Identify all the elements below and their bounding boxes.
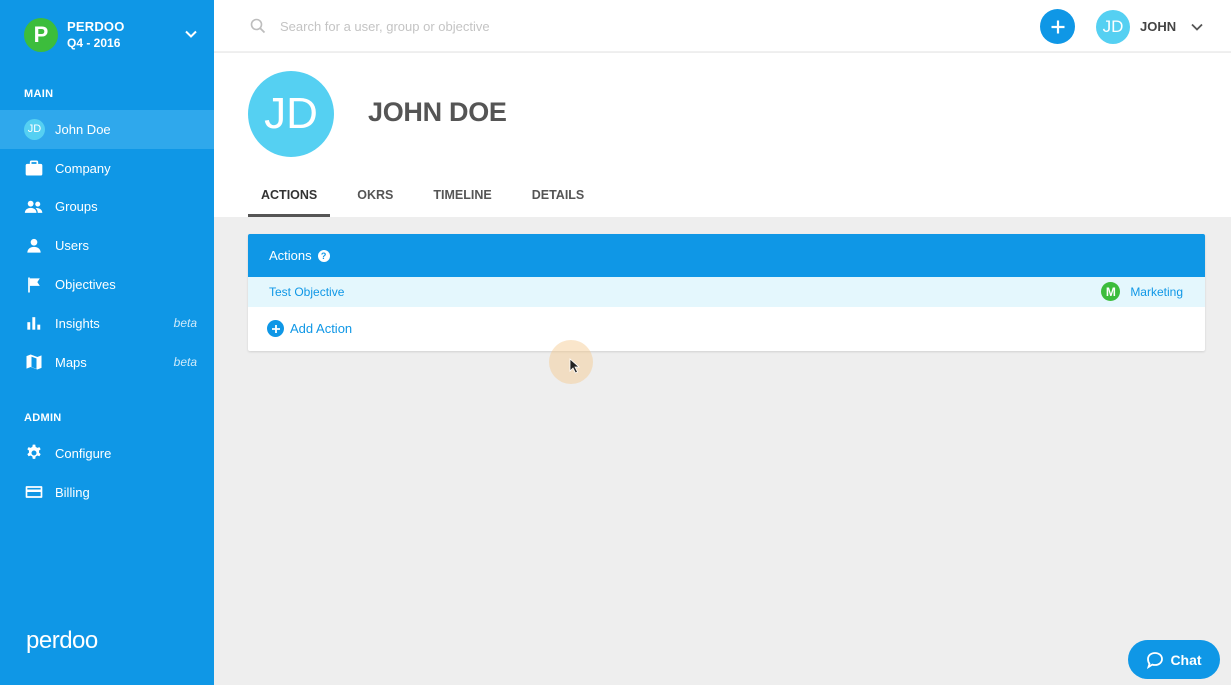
- sidebar-item-label: Company: [55, 160, 111, 176]
- plus-icon: [1051, 20, 1064, 33]
- section-label-admin: ADMIN: [24, 412, 62, 424]
- org-logo: P: [24, 18, 58, 52]
- avatar: JD: [1096, 9, 1130, 44]
- groups-icon: [24, 197, 46, 217]
- help-icon[interactable]: ?: [317, 249, 330, 262]
- profile-tabs: ACTIONS OKRS TIMELINE DETAILS: [248, 178, 611, 217]
- user-menu[interactable]: JD JOHN: [1096, 9, 1204, 44]
- team-link[interactable]: M Marketing: [1101, 282, 1183, 301]
- profile-avatar: JD: [248, 71, 334, 157]
- actions-card: Actions ? Test Objective M Marketing Add…: [248, 234, 1205, 351]
- user-icon: [24, 236, 46, 256]
- gear-icon: [24, 443, 46, 463]
- sidebar-item-company[interactable]: Company: [0, 149, 214, 188]
- org-name: PERDOO: [67, 19, 125, 34]
- map-icon: [24, 352, 46, 372]
- search-icon: [250, 18, 266, 34]
- team-name: Marketing: [1130, 284, 1183, 299]
- sidebar-item-billing[interactable]: Billing: [0, 473, 214, 512]
- credit-card-icon: [24, 482, 46, 502]
- chat-label: Chat: [1170, 651, 1202, 668]
- org-text: PERDOO Q4 - 2016: [67, 19, 125, 51]
- sidebar-item-label: Billing: [55, 484, 90, 500]
- sidebar-item-users[interactable]: Users: [0, 226, 214, 265]
- briefcase-icon: [24, 158, 46, 178]
- beta-badge: beta: [173, 316, 197, 331]
- page-title: JOHN DOE: [368, 97, 507, 127]
- tab-details[interactable]: DETAILS: [519, 178, 598, 217]
- sidebar-item-label: Users: [55, 238, 89, 254]
- sidebar-item-label: Groups: [55, 199, 98, 215]
- create-button[interactable]: [1040, 9, 1075, 44]
- sidebar-item-insights[interactable]: Insights beta: [0, 304, 214, 343]
- chevron-down-icon: [1191, 23, 1203, 31]
- search-input[interactable]: [280, 14, 700, 38]
- user-name: JOHN: [1140, 19, 1177, 34]
- add-action-label: Add Action: [290, 321, 353, 336]
- objective-link[interactable]: Test Objective: [269, 285, 344, 299]
- section-label-main: MAIN: [24, 88, 54, 100]
- actions-card-title: Actions: [269, 248, 312, 263]
- sidebar-item-label: Configure: [55, 445, 112, 461]
- sidebar-item-groups[interactable]: Groups: [0, 188, 214, 227]
- sidebar-item-configure[interactable]: Configure: [0, 434, 214, 473]
- actions-card-header: Actions ?: [248, 234, 1205, 277]
- topbar: JD JOHN: [214, 0, 1231, 52]
- flag-icon: [24, 275, 46, 295]
- main-nav: JD John Doe Company Groups Users Objecti…: [0, 110, 214, 382]
- brand-logo: perdoo: [26, 627, 98, 654]
- sidebar-item-label: Maps: [55, 354, 87, 370]
- bar-chart-icon: [24, 313, 46, 333]
- chat-bubble-icon: [1147, 651, 1164, 669]
- profile-header: JD JOHN DOE ACTIONS OKRS TIMELINE DETAIL…: [214, 53, 1231, 217]
- sidebar-item-label: Objectives: [55, 277, 116, 293]
- objective-row[interactable]: Test Objective M Marketing: [248, 277, 1205, 307]
- avatar: JD: [24, 118, 45, 140]
- tab-timeline[interactable]: TIMELINE: [420, 178, 504, 217]
- plus-circle-icon: [267, 320, 284, 337]
- sidebar-item-label: John Doe: [55, 121, 111, 137]
- chat-button[interactable]: Chat: [1128, 640, 1220, 679]
- sidebar-item-label: Insights: [55, 315, 100, 331]
- mouse-pointer-icon: [569, 358, 581, 374]
- admin-nav: Configure Billing: [0, 434, 214, 512]
- team-badge: M: [1101, 282, 1121, 301]
- sidebar-item-maps[interactable]: Maps beta: [0, 343, 214, 382]
- tab-actions[interactable]: ACTIONS: [248, 178, 331, 217]
- beta-badge: beta: [173, 355, 197, 370]
- sidebar-item-objectives[interactable]: Objectives: [0, 265, 214, 304]
- org-period: Q4 - 2016: [67, 36, 121, 50]
- chevron-down-icon: [185, 30, 197, 38]
- tab-okrs[interactable]: OKRS: [344, 178, 406, 217]
- sidebar: P PERDOO Q4 - 2016 MAIN JD John Doe Comp…: [0, 0, 214, 685]
- org-switcher[interactable]: P PERDOO Q4 - 2016: [24, 17, 204, 53]
- add-action-button[interactable]: Add Action: [267, 320, 352, 337]
- sidebar-item-john-doe[interactable]: JD John Doe: [0, 110, 214, 149]
